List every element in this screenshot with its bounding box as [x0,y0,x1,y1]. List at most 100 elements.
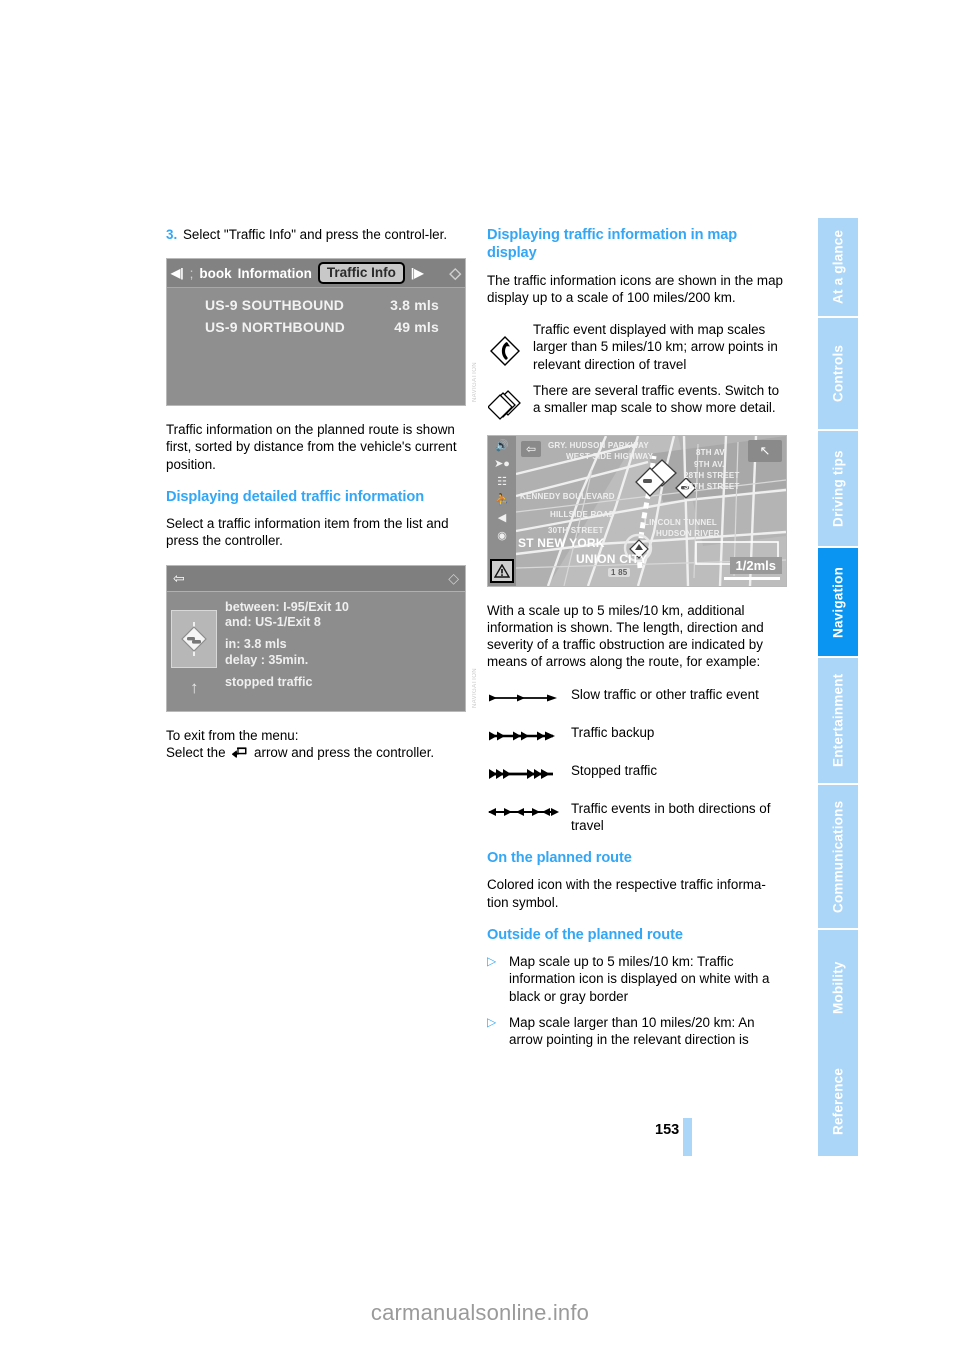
return-arrow-icon[interactable]: ⇦ [521,440,542,457]
tab-entertainment[interactable]: Entertainment [818,656,858,783]
arrow-legend-stopped-text: Stopped traffic [571,762,658,778]
detail-between: between: I-95/Exit 10 [225,599,349,614]
legend-traffic-event-text: Traffic event displayed with map scales … [533,322,778,372]
paragraph-on-planned-route: Colored icon with the respective traffic… [487,877,766,910]
route-arrow-icon[interactable]: ➤● [494,458,510,470]
map-street-label: KENNEDY BOULEVARD [520,491,615,501]
heading-map-display: Displaying traffic information in map di… [487,227,738,262]
map-street-label: GRY. HUDSON PARKWAY [548,440,649,450]
traffic-row-name: US-9 NORTHBOUND [205,319,345,336]
figure-id-watermark: NAVIGATION [472,362,478,403]
map-street-label: 30TH STREET [684,481,740,491]
legend-multiple-events-text: There are several traffic events. Switch… [533,382,780,416]
breadcrumb-book[interactable]: book [199,266,231,281]
map-street-label: LINCOLN TUNNEL [644,517,718,527]
detail-icon-panel: ↑ [167,592,221,712]
split-screen-icon[interactable]: ☷ [497,476,507,488]
return-arrow-icon [231,745,247,762]
screenshot-traffic-info-list: ◀| ; book Information Traffic Info |▶ ◇ … [166,258,478,407]
bullet-map-scale-large: ▷ Map scale larger than 10 miles/20 km: … [487,1014,787,1048]
heading-on-planned-route: On the planned route [487,850,632,867]
heading-outside-planned-route: Outside of the planned route [487,926,683,943]
detail-menu-bar: ⇦ ◇ [167,565,465,592]
map-street-label: 30TH STREET [548,525,604,535]
page-number: 153 [655,1122,680,1138]
tab-communications[interactable]: Communications [818,783,858,928]
right-arrow-icon[interactable]: |▶ [411,266,424,280]
exit-menu-intro: To exit from the menu: [166,727,299,743]
pedestrian-icon[interactable]: ⛹ [495,494,509,506]
traffic-list-row[interactable]: US-9 NORTHBOUND 49 mls [167,316,465,338]
compass-settings-icon[interactable]: ◉ [497,530,507,542]
page-marker-bar [683,1118,692,1156]
north-arrow-icon[interactable]: ↖ [748,439,782,462]
step-number: 3. [166,227,178,242]
bullet-text: Map scale larger than 10 miles/20 km: An… [509,1014,755,1048]
detail-text-panel: between: I-95/Exit 10 and: US-1/Exit 8 i… [221,592,465,712]
traffic-row-name: US-9 SOUTHBOUND [205,297,345,314]
exit-line-post: arrow and press the controller. [254,744,435,760]
traffic-row-distance: 3.8 mls [390,297,439,314]
bidirectional-arrow-line-icon [487,800,561,823]
heading-detailed-traffic: Displaying detailed traffic information [166,488,425,505]
map-route-shield: 1 85 [608,567,631,577]
arrow-legend-slow-traffic: Slow traffic or other traffic event [487,686,787,709]
right-column: Displaying traffic information in map di… [487,226,787,1048]
traffic-jam-diamond-icon [171,609,217,668]
section-tab-rail: At a glance Controls Driving tips Naviga… [818,216,858,1156]
detail-and: and: US-1/Exit 8 [225,615,321,630]
paragraph-traffic-order: Traffic information on the planned route… [166,422,457,472]
menu-separator: ; [189,265,194,281]
speaker-icon[interactable]: 🔊 [495,440,509,452]
map-scale-bar [724,576,780,580]
legend-traffic-event: Traffic event displayed with map scales … [487,321,787,373]
map-street-label: HUDSON RIVER [656,528,720,538]
navigation-arrow-icon[interactable]: ◀ [498,512,506,524]
arrow-legend-slow-text: Slow traffic or other traffic event [571,686,759,702]
left-arrow-icon[interactable]: ◀| [171,266,184,280]
stacked-diamond-icon [487,382,523,420]
controller-icon: ◇ [449,265,461,283]
traffic-list-row[interactable]: US-9 SOUTHBOUND 3.8 mls [167,294,465,316]
figure-id-watermark: NAVIGATION [472,667,478,708]
site-watermark: carmanualsonline.info [370,1300,590,1325]
map-city-label: ST NEW YORK [518,535,605,550]
tab-controls[interactable]: Controls [818,316,858,429]
tab-navigation[interactable]: Navigation [818,546,858,656]
paragraph-select-item: Select a traffic information item from t… [166,516,449,549]
legend-multiple-events: There are several traffic events. Switch… [487,382,787,420]
map-street-label: 28TH STREET [684,470,740,480]
map-scale-label: 1/2mls [729,556,782,574]
return-arrow-icon[interactable]: ⇦ [173,570,185,587]
menu-item-traffic-info[interactable]: Traffic Info [317,262,405,285]
detail-status: stopped traffic [225,675,313,690]
bullet-text: Map scale up to 5 miles/10 km: Traffic i… [509,954,770,1004]
idrive-menu-bar: ◀| ; book Information Traffic Info |▶ ◇ [167,259,465,289]
map-street-label: WEST SIDE HIGHWAY [566,451,654,461]
tab-at-a-glance[interactable]: At a glance [818,216,858,316]
map-street-label: 8TH AV. [696,447,727,457]
arrow-legend-both-directions: Traffic events in both directions of tra… [487,800,787,834]
step-text: Select "Traffic Info" and press the cont… [183,227,448,242]
exit-menu-line: Select the arrow and press the controlle… [166,744,466,762]
map-street-label: HILLSIDE ROAD [550,509,615,519]
map-street-label: 9TH AV. [694,459,725,469]
left-column: 3. Select "Traffic Info" and press the c… [166,226,478,762]
screenshot-map-display: 🔊 ➤● ☷ ⛹ ◀ ◉ ⇦ ↖ GRY. HUDSON PARKWAY WES… [487,434,787,587]
tab-driving-tips[interactable]: Driving tips [818,429,858,546]
single-arrow-line-icon [487,686,561,709]
breadcrumb-information[interactable]: Information [238,266,312,281]
triple-arrow-line-icon [487,762,561,785]
traffic-row-distance: 49 mls [394,319,439,336]
warning-triangle-icon[interactable] [490,558,514,583]
bullet-map-scale-small: ▷ Map scale up to 5 miles/10 km: Traffic… [487,953,787,1005]
paragraph-scale-detail: With a scale up to 5 miles/10 km, additi… [487,602,764,670]
manual-page: At a glance Controls Driving tips Naviga… [0,0,960,1358]
tab-mobility[interactable]: Mobility [818,928,858,1046]
step-3: 3. Select "Traffic Info" and press the c… [166,226,466,243]
paragraph-icon-scale: The traffic information icons are shown … [487,272,783,306]
screenshot-traffic-detail: ⇦ ◇ ↑ between: I-95/Exit 10 and: US-1/Ex… [166,564,478,712]
controller-icon: ◇ [448,569,459,586]
arrow-legend-stopped: Stopped traffic [487,762,787,785]
tab-reference[interactable]: Reference [818,1046,858,1156]
